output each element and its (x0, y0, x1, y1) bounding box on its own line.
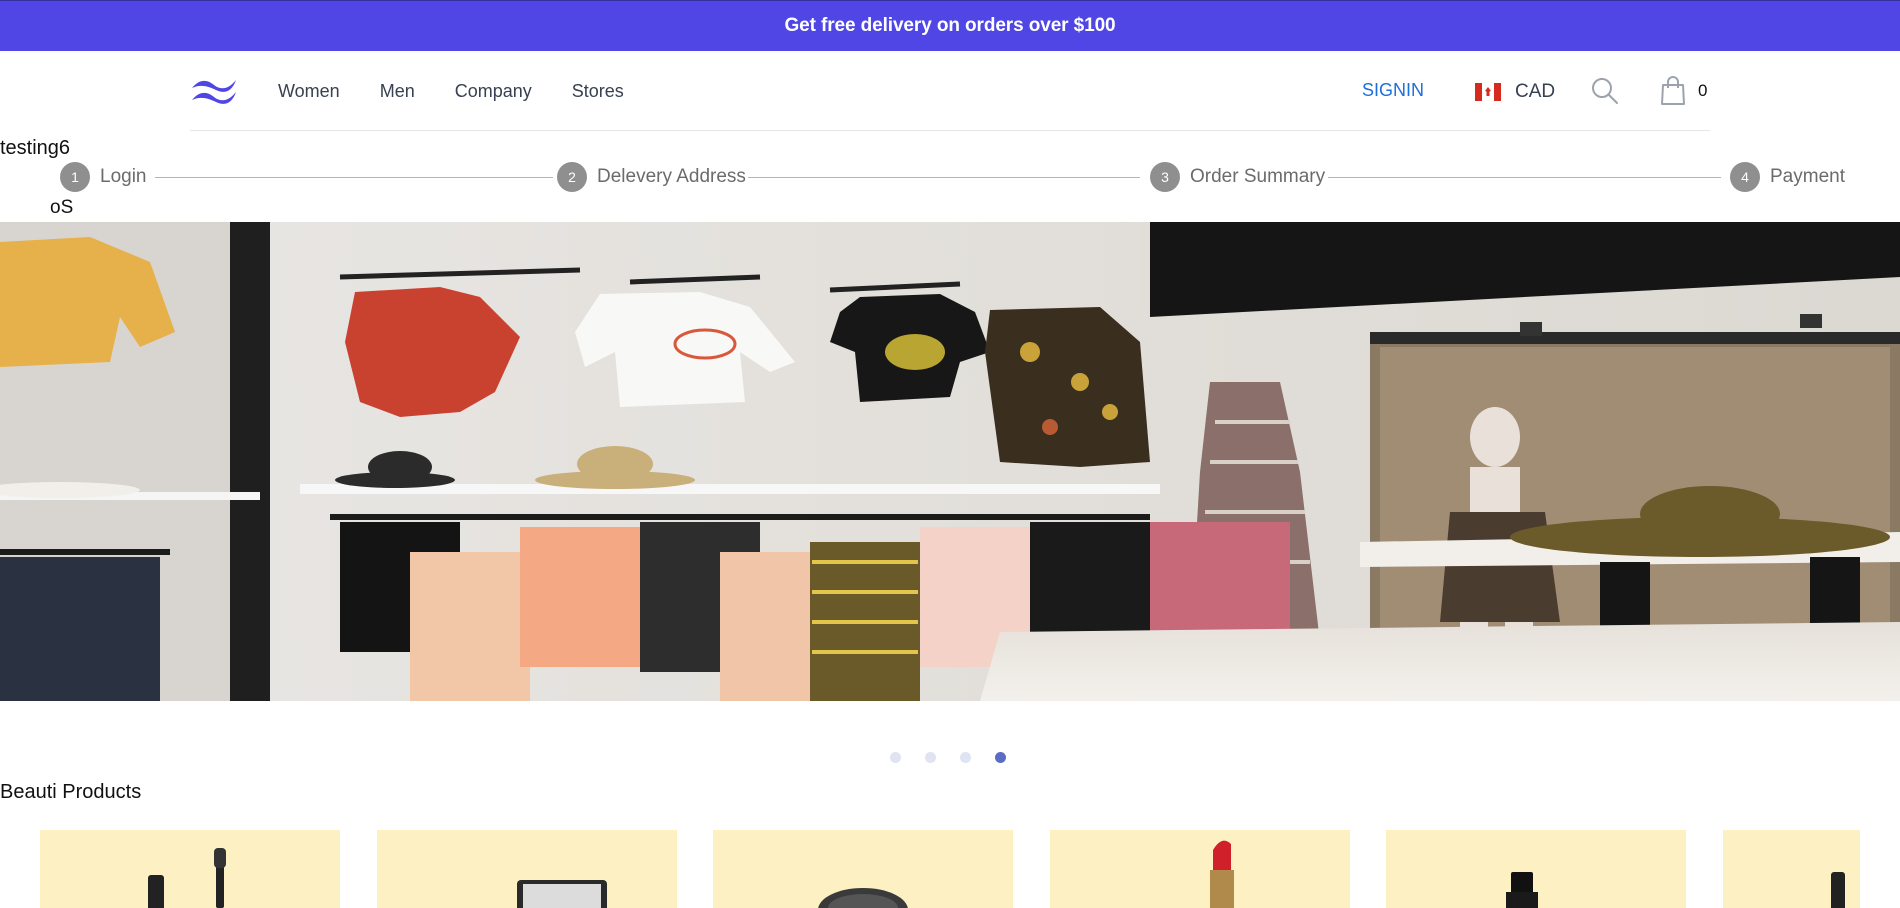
nav-link-men[interactable]: Men (380, 81, 415, 102)
nav-link-company[interactable]: Company (455, 81, 532, 102)
carousel-dots (890, 752, 1030, 763)
nav-link-women[interactable]: Women (278, 81, 340, 102)
username-label: testing6 (0, 137, 71, 159)
site-header: Women Men Company Stores SIGNIN CAD 0 (190, 51, 1710, 131)
powder-jar-icon (818, 888, 908, 908)
tailwind-waves-logo[interactable] (190, 76, 238, 106)
product-card[interactable] (1386, 830, 1686, 908)
product-card[interactable] (377, 830, 677, 908)
step-payment[interactable]: 4 Payment (1730, 161, 1845, 193)
product-card[interactable] (713, 830, 1013, 908)
checkout-stepper: 1 Login 2 Delevery Address 3 Order Summa… (60, 161, 1850, 193)
product-card[interactable] (40, 830, 340, 908)
step-connector (1328, 177, 1721, 178)
main-nav: Women Men Company Stores (278, 51, 664, 131)
currency-label: CAD (1515, 81, 1556, 102)
step-connector (748, 177, 1140, 178)
mirror-compact-icon (517, 880, 607, 908)
carousel-dot-3[interactable] (960, 752, 971, 763)
carousel-dot-4[interactable] (995, 752, 1006, 763)
search-icon[interactable] (1591, 77, 1619, 105)
step-label: Delevery Address (597, 166, 746, 187)
step-label: Payment (1770, 166, 1845, 187)
step-label: Order Summary (1190, 166, 1326, 187)
canada-flag-icon (1475, 83, 1501, 101)
step-number: 3 (1150, 162, 1180, 192)
product-list (40, 830, 1900, 908)
step-order-summary[interactable]: 3 Order Summary (1150, 161, 1325, 193)
carousel-dot-1[interactable] (890, 752, 901, 763)
step-number: 1 (60, 162, 90, 192)
step-connector (155, 177, 553, 178)
mascara-icon (1831, 872, 1845, 908)
nav-link-stores[interactable]: Stores (572, 81, 624, 102)
step-login[interactable]: 1 Login (60, 161, 147, 193)
carousel-dot-2[interactable] (925, 752, 936, 763)
hero-carousel-image[interactable] (0, 222, 1900, 701)
signin-link[interactable]: SIGNIN (1362, 80, 1424, 101)
lipstick-icon (1210, 840, 1234, 908)
foundation-bottle-icon (1506, 872, 1538, 908)
step-number: 4 (1730, 162, 1760, 192)
cart-count: 0 (1698, 81, 1708, 100)
cart-button[interactable]: 0 (1660, 76, 1707, 106)
product-card[interactable] (1723, 830, 1860, 908)
step-label: Login (100, 166, 147, 187)
product-card[interactable] (1050, 830, 1350, 908)
step-delivery-address[interactable]: 2 Delevery Address (557, 161, 746, 193)
os-label: oS (50, 197, 74, 218)
promo-text: Get free delivery on orders over $100 (784, 15, 1116, 36)
mascara-icon (148, 848, 226, 908)
promo-banner: Get free delivery on orders over $100 (0, 0, 1900, 51)
shopping-bag-icon (1661, 76, 1685, 105)
step-number: 2 (557, 162, 587, 192)
section-title: Beauti Products (0, 781, 142, 803)
currency-selector[interactable]: CAD (1475, 80, 1555, 104)
